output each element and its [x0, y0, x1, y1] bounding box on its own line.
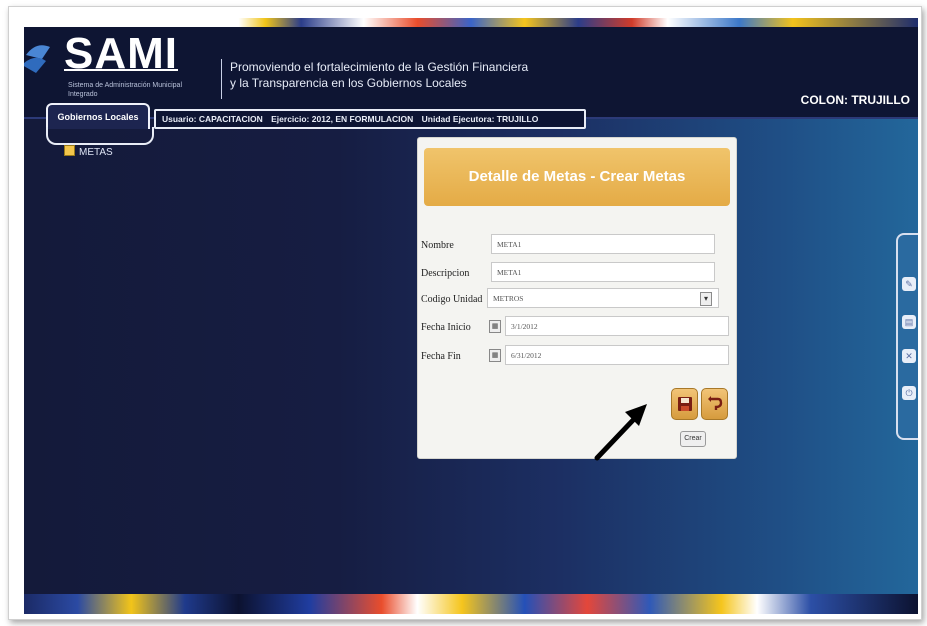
logo-subtitle: Sistema de Administración Municipal Inte… [68, 82, 182, 98]
document-icon[interactable]: ✕ [902, 349, 916, 363]
save-icon [677, 397, 692, 411]
label-fecha-inicio: Fecha Inicio [421, 322, 471, 333]
tagline-line-2: y la Transparencia en los Gobiernos Loca… [230, 76, 467, 90]
info-unidad: Unidad Ejecutora: TRUJILLO [421, 114, 539, 124]
pointer-arrow-icon [594, 404, 647, 461]
info-ejercicio: Ejercicio: 2012, EN FORMULACION [271, 114, 414, 124]
folder-icon [64, 145, 75, 156]
info-usuario: Usuario: CAPACITACION [162, 114, 263, 124]
label-fecha-fin: Fecha Fin [421, 351, 461, 362]
tab-underline [46, 127, 154, 145]
fecha-fin-input[interactable]: 6/31/2012 [505, 345, 729, 365]
label-codigo-unidad: Codigo Unidad [421, 294, 483, 305]
save-button[interactable] [671, 388, 698, 420]
session-info-bar: Usuario: CAPACITACION Ejercicio: 2012, E… [154, 109, 586, 129]
sami-logo-icon [24, 45, 50, 73]
tagline: Promoviendo el fortalecimiento de la Ges… [230, 59, 528, 91]
codigo-unidad-select[interactable]: METROS ▾ [487, 288, 719, 308]
tagline-line-1: Promoviendo el fortalecimiento de la Ges… [230, 60, 529, 74]
header-divider [221, 59, 222, 99]
row-fecha-inicio: Fecha Inicio ▦ 3/1/2012 [421, 316, 731, 338]
nombre-input[interactable]: META1 [491, 234, 715, 254]
calendar-icon[interactable]: ▦ [489, 320, 501, 333]
codigo-unidad-value: METROS [493, 294, 524, 303]
region-label: COLON: TRUJILLO [800, 93, 910, 107]
label-nombre: Nombre [421, 240, 454, 251]
app-window: SAMI Sistema de Administración Municipal… [24, 18, 918, 614]
bottom-decorative-stripe [24, 594, 918, 614]
fecha-inicio-input[interactable]: 3/1/2012 [505, 316, 729, 336]
row-descripcion: Descripcion META1 [421, 262, 721, 284]
form-panel: Detalle de Metas - Crear Metas Nombre ME… [417, 137, 737, 459]
back-button[interactable] [701, 388, 728, 420]
row-codigo-unidad: Codigo Unidad METROS ▾ [421, 288, 721, 310]
power-icon[interactable]: ⏻ [902, 386, 916, 400]
undo-icon [707, 396, 722, 410]
label-descripcion: Descripcion [421, 268, 470, 279]
form-title: Detalle de Metas - Crear Metas [424, 148, 730, 206]
top-decorative-stripe [24, 18, 918, 27]
sidebar-item-label: METAS [79, 147, 113, 158]
edit-icon[interactable]: ✎ [902, 277, 916, 291]
side-toolbar: ✎ ▤ ✕ ⏻ [896, 233, 918, 440]
row-fecha-fin: Fecha Fin ▦ 6/31/2012 [421, 345, 731, 367]
header: SAMI Sistema de Administración Municipal… [24, 27, 918, 119]
sidebar-item-metas[interactable]: METAS [64, 145, 113, 158]
print-icon[interactable]: ▤ [902, 315, 916, 329]
dropdown-arrow-icon[interactable]: ▾ [700, 292, 712, 306]
row-nombre: Nombre META1 [421, 234, 721, 256]
create-caption: Crear [680, 431, 706, 447]
calendar-icon[interactable]: ▦ [489, 349, 501, 362]
descripcion-input[interactable]: META1 [491, 262, 715, 282]
tab-gobiernos-locales[interactable]: Gobiernos Locales [46, 103, 150, 129]
logo-text: SAMI [64, 29, 178, 78]
